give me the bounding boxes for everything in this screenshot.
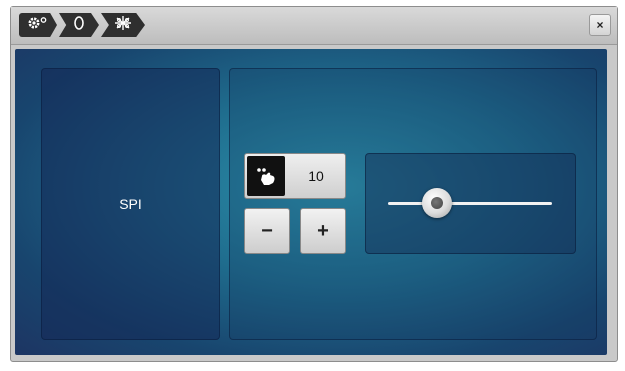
increase-button[interactable]: + [300,208,346,254]
slider-handle[interactable] [422,188,453,218]
value-input-button[interactable]: 10 [244,153,346,199]
zero-mode-icon [72,15,86,36]
gear-settings-icon [27,15,49,36]
stitch-pattern-icon [114,15,132,36]
content-area: SPI 10 − + [15,49,607,355]
parameter-label: SPI [119,196,142,212]
close-button[interactable]: × [589,14,611,36]
breadcrumb-settings[interactable] [19,13,57,37]
slider-panel [365,153,576,254]
slider-track[interactable] [388,202,552,205]
dialog-window: × SPI 10 − + [10,6,618,362]
parameter-label-panel: SPI [41,68,220,340]
parameter-value: 10 [308,168,324,184]
breadcrumb-zero[interactable] [59,13,99,37]
breadcrumb-pattern[interactable] [101,13,145,37]
title-bar: × [11,7,617,45]
touch-input-icon [247,156,285,196]
decrease-button[interactable]: − [244,208,290,254]
minus-icon: − [261,219,273,242]
plus-icon: + [317,219,329,242]
close-icon: × [596,18,604,32]
